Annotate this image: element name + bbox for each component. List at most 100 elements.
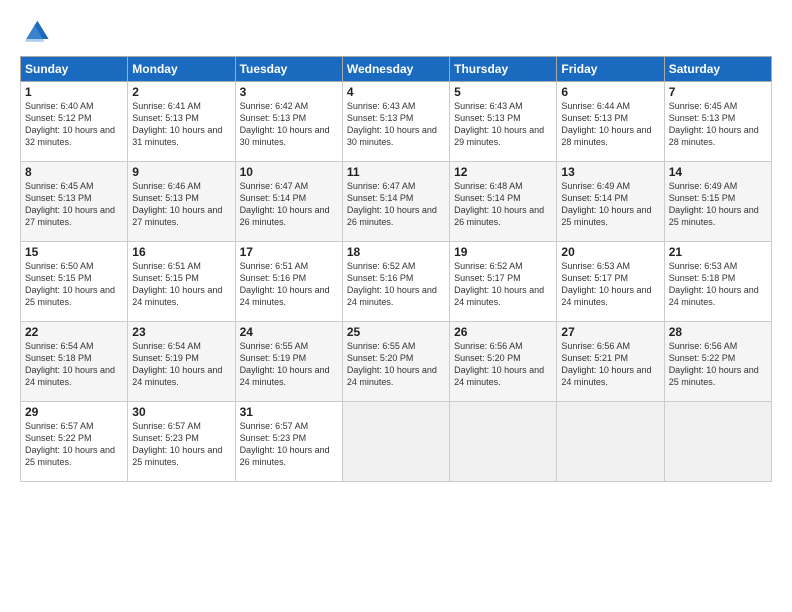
day-info: Sunrise: 6:40 AM Sunset: 5:12 PM Dayligh… bbox=[25, 100, 123, 149]
day-info: Sunrise: 6:54 AM Sunset: 5:19 PM Dayligh… bbox=[132, 340, 230, 389]
day-info: Sunrise: 6:57 AM Sunset: 5:23 PM Dayligh… bbox=[240, 420, 338, 469]
calendar-cell: 5 Sunrise: 6:43 AM Sunset: 5:13 PM Dayli… bbox=[450, 82, 557, 162]
day-number: 1 bbox=[25, 85, 123, 99]
calendar-cell: 29 Sunrise: 6:57 AM Sunset: 5:22 PM Dayl… bbox=[21, 402, 128, 482]
calendar-cell: 3 Sunrise: 6:42 AM Sunset: 5:13 PM Dayli… bbox=[235, 82, 342, 162]
day-info: Sunrise: 6:53 AM Sunset: 5:18 PM Dayligh… bbox=[669, 260, 767, 309]
logo-icon bbox=[22, 18, 50, 46]
calendar-cell: 24 Sunrise: 6:55 AM Sunset: 5:19 PM Dayl… bbox=[235, 322, 342, 402]
day-number: 16 bbox=[132, 245, 230, 259]
calendar-cell: 10 Sunrise: 6:47 AM Sunset: 5:14 PM Dayl… bbox=[235, 162, 342, 242]
calendar-cell: 12 Sunrise: 6:48 AM Sunset: 5:14 PM Dayl… bbox=[450, 162, 557, 242]
day-number: 26 bbox=[454, 325, 552, 339]
calendar-header-friday: Friday bbox=[557, 57, 664, 82]
day-number: 20 bbox=[561, 245, 659, 259]
header bbox=[20, 18, 772, 46]
day-info: Sunrise: 6:49 AM Sunset: 5:14 PM Dayligh… bbox=[561, 180, 659, 229]
day-info: Sunrise: 6:51 AM Sunset: 5:16 PM Dayligh… bbox=[240, 260, 338, 309]
day-number: 10 bbox=[240, 165, 338, 179]
calendar-cell bbox=[664, 402, 771, 482]
calendar-week-row: 15 Sunrise: 6:50 AM Sunset: 5:15 PM Dayl… bbox=[21, 242, 772, 322]
calendar-cell: 8 Sunrise: 6:45 AM Sunset: 5:13 PM Dayli… bbox=[21, 162, 128, 242]
day-info: Sunrise: 6:56 AM Sunset: 5:22 PM Dayligh… bbox=[669, 340, 767, 389]
day-number: 3 bbox=[240, 85, 338, 99]
day-number: 23 bbox=[132, 325, 230, 339]
calendar-cell: 23 Sunrise: 6:54 AM Sunset: 5:19 PM Dayl… bbox=[128, 322, 235, 402]
day-info: Sunrise: 6:50 AM Sunset: 5:15 PM Dayligh… bbox=[25, 260, 123, 309]
calendar-cell: 13 Sunrise: 6:49 AM Sunset: 5:14 PM Dayl… bbox=[557, 162, 664, 242]
calendar-cell: 22 Sunrise: 6:54 AM Sunset: 5:18 PM Dayl… bbox=[21, 322, 128, 402]
calendar-cell: 31 Sunrise: 6:57 AM Sunset: 5:23 PM Dayl… bbox=[235, 402, 342, 482]
calendar-header-saturday: Saturday bbox=[664, 57, 771, 82]
day-number: 27 bbox=[561, 325, 659, 339]
calendar-cell: 2 Sunrise: 6:41 AM Sunset: 5:13 PM Dayli… bbox=[128, 82, 235, 162]
day-number: 21 bbox=[669, 245, 767, 259]
calendar-cell: 17 Sunrise: 6:51 AM Sunset: 5:16 PM Dayl… bbox=[235, 242, 342, 322]
calendar-cell bbox=[342, 402, 449, 482]
day-number: 29 bbox=[25, 405, 123, 419]
calendar-cell: 30 Sunrise: 6:57 AM Sunset: 5:23 PM Dayl… bbox=[128, 402, 235, 482]
day-number: 22 bbox=[25, 325, 123, 339]
day-info: Sunrise: 6:55 AM Sunset: 5:19 PM Dayligh… bbox=[240, 340, 338, 389]
day-info: Sunrise: 6:47 AM Sunset: 5:14 PM Dayligh… bbox=[240, 180, 338, 229]
day-info: Sunrise: 6:45 AM Sunset: 5:13 PM Dayligh… bbox=[669, 100, 767, 149]
day-number: 18 bbox=[347, 245, 445, 259]
day-number: 15 bbox=[25, 245, 123, 259]
day-number: 13 bbox=[561, 165, 659, 179]
calendar-week-row: 1 Sunrise: 6:40 AM Sunset: 5:12 PM Dayli… bbox=[21, 82, 772, 162]
day-info: Sunrise: 6:51 AM Sunset: 5:15 PM Dayligh… bbox=[132, 260, 230, 309]
calendar-cell: 16 Sunrise: 6:51 AM Sunset: 5:15 PM Dayl… bbox=[128, 242, 235, 322]
day-info: Sunrise: 6:54 AM Sunset: 5:18 PM Dayligh… bbox=[25, 340, 123, 389]
page: SundayMondayTuesdayWednesdayThursdayFrid… bbox=[0, 0, 792, 612]
day-info: Sunrise: 6:46 AM Sunset: 5:13 PM Dayligh… bbox=[132, 180, 230, 229]
day-number: 6 bbox=[561, 85, 659, 99]
calendar-header-row: SundayMondayTuesdayWednesdayThursdayFrid… bbox=[21, 57, 772, 82]
calendar-cell: 7 Sunrise: 6:45 AM Sunset: 5:13 PM Dayli… bbox=[664, 82, 771, 162]
calendar-cell: 25 Sunrise: 6:55 AM Sunset: 5:20 PM Dayl… bbox=[342, 322, 449, 402]
day-number: 8 bbox=[25, 165, 123, 179]
calendar-header-wednesday: Wednesday bbox=[342, 57, 449, 82]
calendar-cell: 14 Sunrise: 6:49 AM Sunset: 5:15 PM Dayl… bbox=[664, 162, 771, 242]
calendar-header-sunday: Sunday bbox=[21, 57, 128, 82]
day-info: Sunrise: 6:57 AM Sunset: 5:22 PM Dayligh… bbox=[25, 420, 123, 469]
day-info: Sunrise: 6:57 AM Sunset: 5:23 PM Dayligh… bbox=[132, 420, 230, 469]
day-number: 14 bbox=[669, 165, 767, 179]
calendar-week-row: 29 Sunrise: 6:57 AM Sunset: 5:22 PM Dayl… bbox=[21, 402, 772, 482]
calendar-header-tuesday: Tuesday bbox=[235, 57, 342, 82]
calendar-cell bbox=[557, 402, 664, 482]
day-info: Sunrise: 6:45 AM Sunset: 5:13 PM Dayligh… bbox=[25, 180, 123, 229]
calendar-cell: 18 Sunrise: 6:52 AM Sunset: 5:16 PM Dayl… bbox=[342, 242, 449, 322]
day-info: Sunrise: 6:52 AM Sunset: 5:16 PM Dayligh… bbox=[347, 260, 445, 309]
day-number: 2 bbox=[132, 85, 230, 99]
calendar-cell: 4 Sunrise: 6:43 AM Sunset: 5:13 PM Dayli… bbox=[342, 82, 449, 162]
day-info: Sunrise: 6:42 AM Sunset: 5:13 PM Dayligh… bbox=[240, 100, 338, 149]
day-info: Sunrise: 6:44 AM Sunset: 5:13 PM Dayligh… bbox=[561, 100, 659, 149]
day-info: Sunrise: 6:43 AM Sunset: 5:13 PM Dayligh… bbox=[347, 100, 445, 149]
calendar-cell bbox=[450, 402, 557, 482]
calendar-cell: 26 Sunrise: 6:56 AM Sunset: 5:20 PM Dayl… bbox=[450, 322, 557, 402]
calendar-cell: 27 Sunrise: 6:56 AM Sunset: 5:21 PM Dayl… bbox=[557, 322, 664, 402]
logo bbox=[20, 18, 52, 46]
calendar-cell: 20 Sunrise: 6:53 AM Sunset: 5:17 PM Dayl… bbox=[557, 242, 664, 322]
calendar-week-row: 8 Sunrise: 6:45 AM Sunset: 5:13 PM Dayli… bbox=[21, 162, 772, 242]
day-number: 19 bbox=[454, 245, 552, 259]
day-info: Sunrise: 6:49 AM Sunset: 5:15 PM Dayligh… bbox=[669, 180, 767, 229]
day-number: 24 bbox=[240, 325, 338, 339]
day-info: Sunrise: 6:43 AM Sunset: 5:13 PM Dayligh… bbox=[454, 100, 552, 149]
calendar-cell: 11 Sunrise: 6:47 AM Sunset: 5:14 PM Dayl… bbox=[342, 162, 449, 242]
day-info: Sunrise: 6:47 AM Sunset: 5:14 PM Dayligh… bbox=[347, 180, 445, 229]
day-number: 28 bbox=[669, 325, 767, 339]
calendar-header-monday: Monday bbox=[128, 57, 235, 82]
calendar-cell: 15 Sunrise: 6:50 AM Sunset: 5:15 PM Dayl… bbox=[21, 242, 128, 322]
day-number: 4 bbox=[347, 85, 445, 99]
calendar-cell: 21 Sunrise: 6:53 AM Sunset: 5:18 PM Dayl… bbox=[664, 242, 771, 322]
day-number: 12 bbox=[454, 165, 552, 179]
calendar-table: SundayMondayTuesdayWednesdayThursdayFrid… bbox=[20, 56, 772, 482]
day-info: Sunrise: 6:48 AM Sunset: 5:14 PM Dayligh… bbox=[454, 180, 552, 229]
day-info: Sunrise: 6:55 AM Sunset: 5:20 PM Dayligh… bbox=[347, 340, 445, 389]
day-info: Sunrise: 6:56 AM Sunset: 5:21 PM Dayligh… bbox=[561, 340, 659, 389]
day-number: 25 bbox=[347, 325, 445, 339]
calendar-cell: 19 Sunrise: 6:52 AM Sunset: 5:17 PM Dayl… bbox=[450, 242, 557, 322]
day-number: 31 bbox=[240, 405, 338, 419]
day-number: 5 bbox=[454, 85, 552, 99]
